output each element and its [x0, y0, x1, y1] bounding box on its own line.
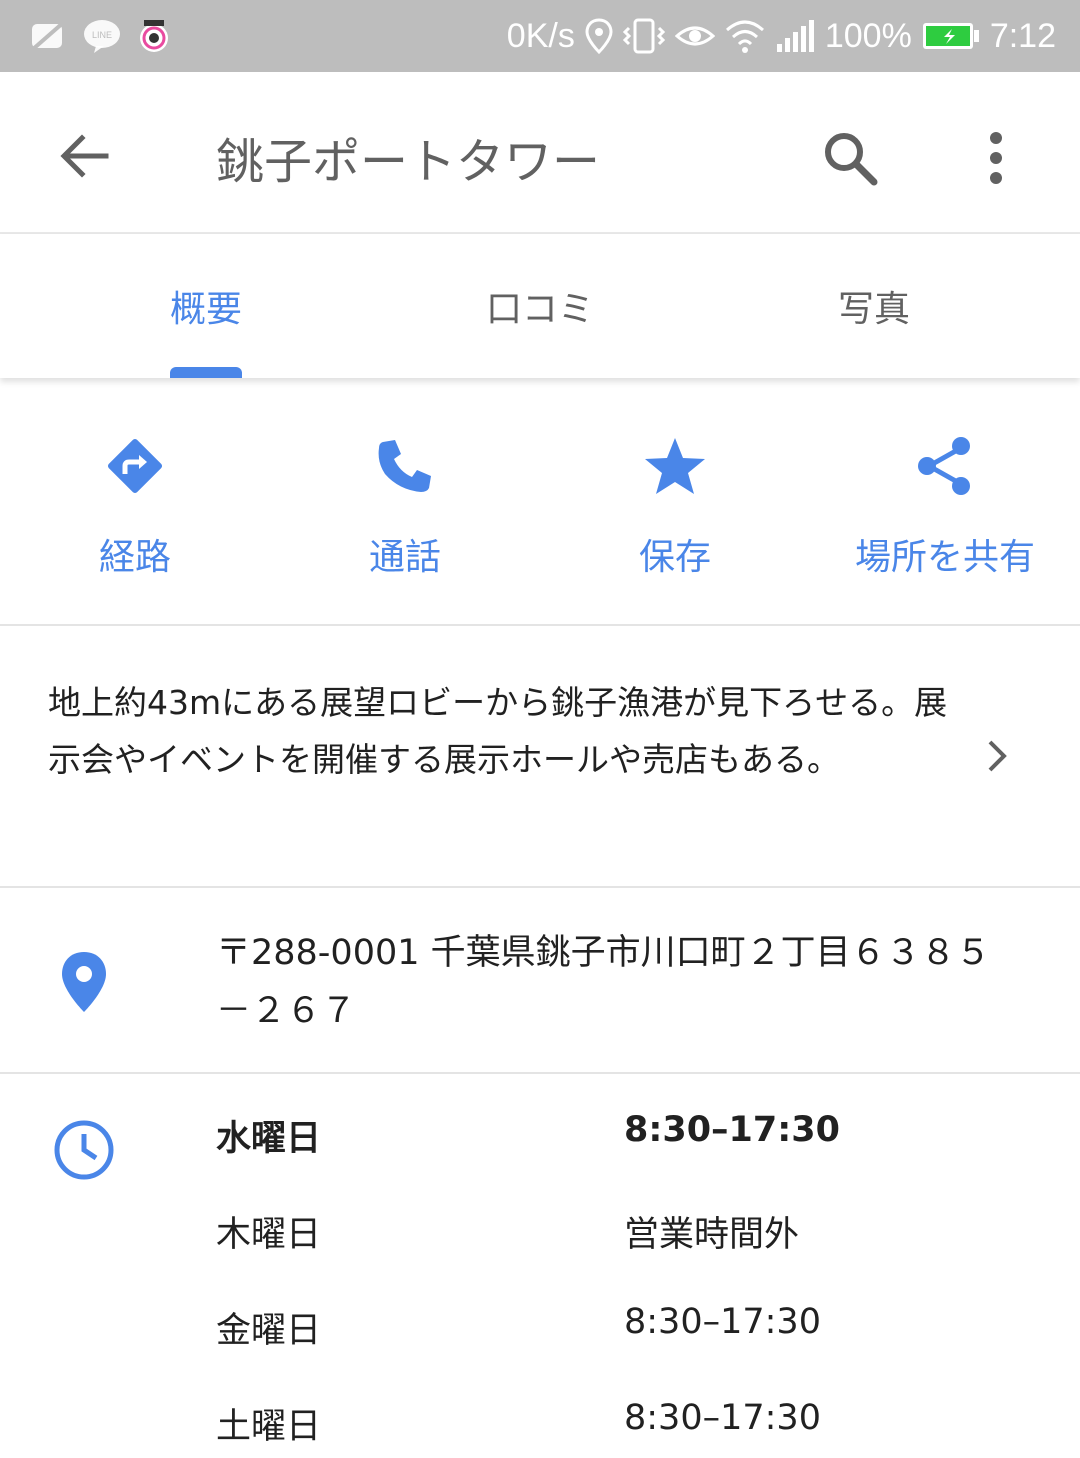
net-speed: 0K/s: [506, 16, 575, 55]
directions-button[interactable]: 経路: [0, 378, 270, 626]
save-button[interactable]: 保存: [540, 378, 810, 626]
hours-day: 土曜日: [216, 1407, 322, 1447]
page-title: 銚子ポートタワー: [216, 134, 601, 190]
line-app-icon: LINE: [82, 18, 122, 54]
description-section[interactable]: 地上約43mにある展望ロビーから銚子漁港が見下ろせる。展示会やイベントを開催する…: [0, 628, 1080, 888]
tab-reviews[interactable]: 口コミ: [360, 234, 720, 378]
directions-icon: [99, 430, 171, 502]
address-text: 〒288-0001 千葉県銚子市川口町２丁目６３８５－２６７: [216, 933, 991, 1031]
app-icon: [136, 18, 172, 54]
share-icon: [909, 430, 981, 502]
location-pin-icon: [56, 950, 112, 1014]
directions-label: 経路: [98, 537, 171, 578]
search-button[interactable]: [812, 120, 888, 196]
hours-time: 8:30–17:30: [624, 1110, 840, 1150]
share-place-button[interactable]: 場所を共有: [810, 378, 1080, 626]
more-vert-icon: [990, 132, 1002, 184]
hours-row: 土曜日 8:30–17:30: [216, 1398, 1036, 1458]
status-bar-system: 0K/s 100% 7:12: [507, 17, 1056, 56]
share-place-label: 場所を共有: [854, 537, 1035, 578]
hours-time: 営業時間外: [624, 1215, 800, 1255]
tab-bar: 概要 口コミ 写真: [0, 234, 1080, 378]
eye-icon: [674, 18, 715, 54]
battery-icon: [922, 21, 980, 51]
tab-photos[interactable]: 写真: [694, 234, 1054, 378]
battery-percent: 100%: [824, 16, 912, 55]
address-row[interactable]: 〒288-0001 千葉県銚子市川口町２丁目６３８５－２６７: [0, 890, 1080, 1074]
status-bar-notifications: LINE: [28, 18, 172, 54]
hours-day: 木曜日: [216, 1215, 322, 1255]
notification-off-icon: [28, 18, 68, 54]
location-icon: [585, 18, 613, 54]
star-icon: [639, 430, 711, 502]
place-description: 地上約43mにある展望ロビーから銚子漁港が見下ろせる。展示会やイベントを開催する…: [48, 683, 948, 779]
hours-time: 8:30–17:30: [624, 1398, 821, 1438]
vibrate-icon: [622, 18, 665, 54]
hours-row: 金曜日 8:30–17:30: [216, 1302, 1036, 1362]
svg-text:LINE: LINE: [92, 30, 112, 40]
phone-icon: [369, 430, 441, 502]
active-tab-indicator: [170, 367, 242, 378]
back-button[interactable]: [48, 120, 120, 192]
clock: 7:12: [989, 16, 1056, 55]
hours-row: 木曜日 営業時間外: [216, 1206, 1036, 1266]
save-label: 保存: [638, 537, 711, 578]
action-row: 経路 通話 保存 場所を共有: [0, 378, 1080, 626]
hours-row: 水曜日 8:30–17:30: [216, 1110, 1036, 1170]
hours-time: 8:30–17:30: [624, 1302, 821, 1342]
search-icon: [825, 133, 878, 186]
app-bar: 銚子ポートタワー: [0, 72, 1080, 234]
tab-overview[interactable]: 概要: [26, 234, 386, 378]
status-bar: LINE 0K/s 100% 7:12: [0, 0, 1080, 72]
back-arrow-icon: [60, 134, 109, 178]
chevron-right-icon: [978, 736, 1018, 776]
call-label: 通話: [368, 537, 441, 578]
hours-day: 金曜日: [216, 1311, 322, 1351]
call-button[interactable]: 通話: [270, 378, 540, 626]
opening-hours-section[interactable]: 水曜日 8:30–17:30 木曜日 営業時間外 金曜日 8:30–17:30 …: [0, 1076, 1080, 1447]
more-options-button[interactable]: [958, 120, 1034, 196]
signal-icon: [775, 18, 815, 54]
clock-icon: [52, 1118, 116, 1182]
wifi-icon: [725, 18, 765, 54]
hours-day: 水曜日: [216, 1119, 322, 1159]
